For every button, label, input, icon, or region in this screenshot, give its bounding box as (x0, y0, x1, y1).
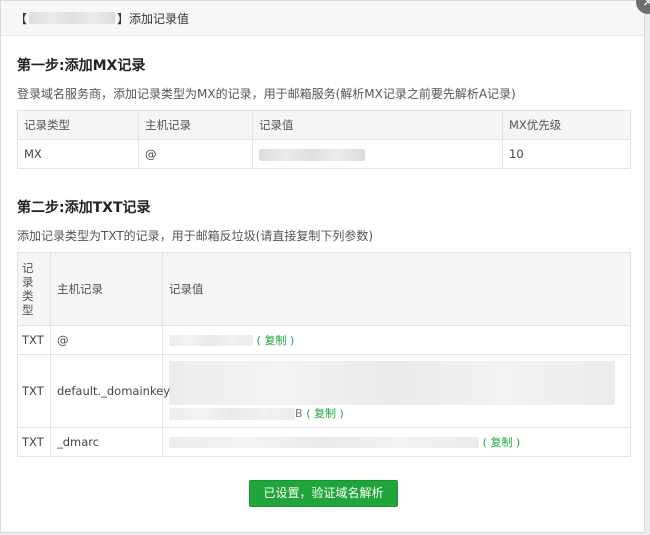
col-mx-priority: MX优先级 (502, 110, 631, 140)
copy-button[interactable]: ( 复制 ) (483, 436, 521, 449)
txt-section-description: 添加记录类型为TXT的记录，用于邮箱反垃圾(请直接复制下列参数) (17, 229, 374, 243)
redacted-domain (29, 12, 116, 24)
dialog-title-prefix: 【 (15, 11, 28, 26)
txt-value-cell: ( 复制 ) (162, 325, 631, 355)
table-row: MX @ 10 (17, 139, 631, 169)
col-record-type: 记录类型 (17, 252, 51, 326)
mx-section-description: 登录域名服务商，添加记录类型为MX的记录，用于邮箱服务(解析MX记录之前要先解析… (17, 87, 516, 101)
txt-record-table: 记录类型 主机记录 记录值 TXT @ ( 复制 ) TXT default._… (17, 252, 631, 457)
col-record-type: 记录类型 (17, 110, 139, 140)
mx-value-cell (252, 139, 503, 169)
col-host: 主机记录 (50, 252, 163, 326)
txt-host-cell: default._domainkey (50, 354, 170, 428)
table-header-row: 记录类型 主机记录 记录值 (17, 252, 631, 326)
col-record-type-label: 记录类型 (22, 261, 34, 317)
col-record-value: 记录值 (252, 110, 503, 140)
txt-type-cell: TXT (17, 427, 51, 457)
mx-type-cell: MX (17, 139, 139, 169)
redacted-txt-value (169, 335, 253, 346)
redacted-dkim-value (169, 361, 615, 405)
col-host: 主机记录 (138, 110, 253, 140)
redacted-dkim-value-end (169, 407, 295, 420)
dkim-value-tail: B (295, 407, 303, 420)
redacted-dmarc-value (169, 437, 479, 448)
mx-host-cell: @ (138, 139, 253, 169)
txt-host-cell: @ (50, 325, 163, 355)
table-header-row: 记录类型 主机记录 记录值 MX优先级 (17, 110, 631, 140)
txt-host-cell: _dmarc (50, 427, 163, 457)
mx-priority-cell: 10 (502, 139, 631, 169)
dialog-footer: 已设置，验证域名解析 (1, 480, 646, 507)
copy-button[interactable]: ( 复制 ) (306, 407, 344, 420)
table-row: TXT default._domainkey B ( 复制 ) (17, 354, 631, 428)
dialog-title: 】添加记录值 (117, 11, 190, 26)
dialog-titlebar: 【 】添加记录值 (1, 1, 644, 36)
mx-section-heading: 第一步:添加MX记录 (17, 58, 146, 74)
mx-record-table: 记录类型 主机记录 记录值 MX优先级 MX @ 10 (17, 110, 631, 169)
col-record-value: 记录值 (162, 252, 631, 326)
dialog: 【 】添加记录值 第一步:添加MX记录 登录域名服务商，添加记录类型为MX的记录… (0, 0, 645, 533)
txt-type-cell: TXT (17, 325, 51, 355)
txt-value-cell: ( 复制 ) (162, 427, 631, 457)
txt-section-heading: 第二步:添加TXT记录 (17, 200, 151, 216)
copy-button[interactable]: ( 复制 ) (257, 334, 295, 347)
txt-type-cell: TXT (17, 354, 51, 428)
verify-domain-button[interactable]: 已设置，验证域名解析 (249, 480, 398, 507)
txt-value-cell: B ( 复制 ) (162, 354, 631, 428)
table-row: TXT @ ( 复制 ) (17, 325, 631, 355)
redacted-mx-value (259, 148, 365, 161)
dialog-content: 第一步:添加MX记录 登录域名服务商，添加记录类型为MX的记录，用于邮箱服务(解… (1, 55, 644, 457)
table-row: TXT _dmarc ( 复制 ) (17, 427, 631, 457)
